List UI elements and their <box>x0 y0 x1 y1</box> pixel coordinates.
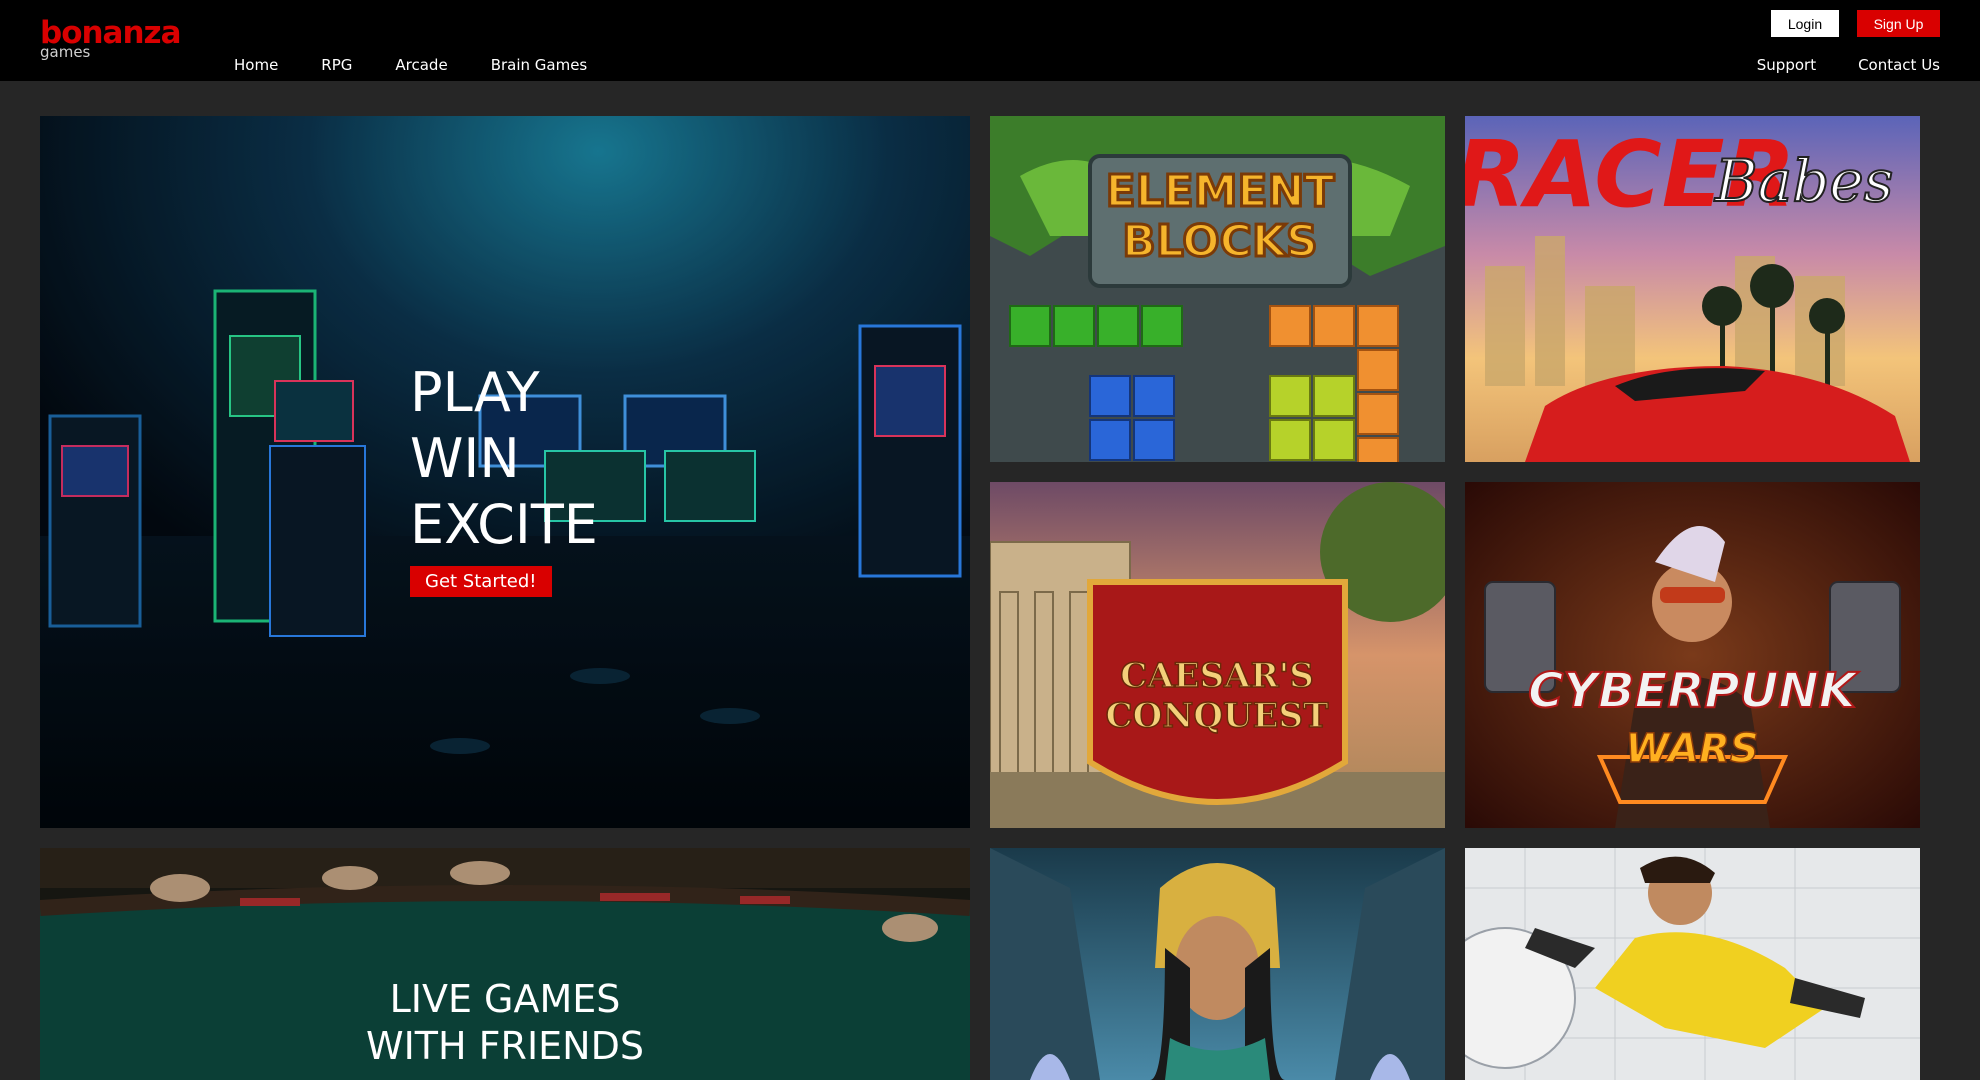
game-tile-cleopatra[interactable] <box>990 848 1445 1080</box>
wars-title: WARS <box>1625 726 1758 772</box>
live-line-1: LIVE GAMES <box>389 977 621 1021</box>
racer-babes-image: RACER Babes <box>1465 116 1920 462</box>
cleopatra-image <box>990 848 1445 1080</box>
game-tile-soccer[interactable] <box>1465 848 1920 1080</box>
game-tile-cyberpunk-wars[interactable]: CYBERPUNK WARS <box>1465 482 1920 828</box>
hero-copy: PLAY WIN EXCITE Get Started! <box>410 360 598 597</box>
brand-logo[interactable]: bonanza games <box>40 16 182 60</box>
game-tile-element-blocks[interactable]: ELEMENT BLOCKS <box>990 116 1445 462</box>
secondary-nav: Support Contact Us <box>1715 56 1940 74</box>
nav-contact-us[interactable]: Contact Us <box>1858 56 1940 74</box>
cyberpunk-title: CYBERPUNK <box>1528 663 1860 719</box>
hero-banner[interactable]: PLAY WIN EXCITE Get Started! <box>40 116 970 828</box>
hero-line-win: WIN <box>410 427 520 490</box>
nav-arcade[interactable]: Arcade <box>395 56 447 74</box>
hero-line-excite: EXCITE <box>410 493 598 556</box>
nav-rpg[interactable]: RPG <box>321 56 352 74</box>
signup-button[interactable]: Sign Up <box>1857 10 1940 37</box>
game-tile-caesars-conquest[interactable]: CAESAR'S CONQUEST <box>990 482 1445 828</box>
live-games-copy: LIVE GAMES WITH FRIENDS <box>40 976 970 1070</box>
element-blocks-image: ELEMENT BLOCKS <box>990 116 1445 462</box>
live-games-banner[interactable]: LIVE GAMES WITH FRIENDS <box>40 848 970 1080</box>
caesars-conquest-image: CAESAR'S CONQUEST <box>990 482 1445 828</box>
nav-support[interactable]: Support <box>1757 56 1816 74</box>
cyberpunk-wars-image: CYBERPUNK WARS <box>1465 482 1920 828</box>
game-tile-racer-babes[interactable]: RACER Babes <box>1465 116 1920 462</box>
babes-title: Babes <box>1714 147 1893 215</box>
nav-home[interactable]: Home <box>234 56 278 74</box>
login-button[interactable]: Login <box>1771 10 1839 37</box>
caesars-title-1: CAESAR'S <box>1120 656 1314 696</box>
auth-buttons: Login Sign Up <box>1771 10 1940 37</box>
live-line-2: WITH FRIENDS <box>366 1024 644 1068</box>
get-started-button[interactable]: Get Started! <box>410 566 552 597</box>
element-blocks-title-1: ELEMENT <box>1106 166 1335 217</box>
hero-line-play: PLAY <box>410 361 540 424</box>
soccer-goalkeeper-image <box>1465 848 1920 1080</box>
main-nav: Home RPG Arcade Brain Games <box>234 56 630 74</box>
nav-brain-games[interactable]: Brain Games <box>491 56 588 74</box>
caesars-title-2: CONQUEST <box>1106 696 1329 736</box>
element-blocks-title-2: BLOCKS <box>1122 216 1318 267</box>
site-header: bonanza games Home RPG Arcade Brain Game… <box>0 0 1980 81</box>
